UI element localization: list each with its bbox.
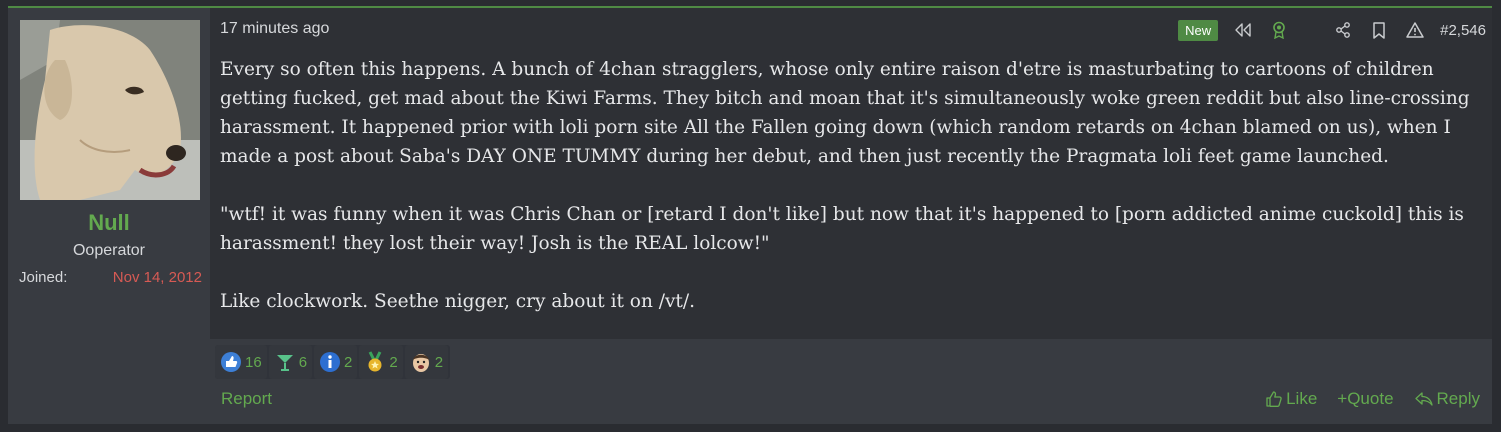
dog-avatar-icon xyxy=(20,20,200,200)
reaction-count: 6 xyxy=(298,353,308,371)
reaction-info[interactable]: 2 xyxy=(314,345,358,379)
reaction-count: 16 xyxy=(245,353,262,371)
reaction-count: 2 xyxy=(389,353,398,371)
report-link[interactable]: Report xyxy=(221,389,272,409)
award-icon[interactable] xyxy=(1268,19,1290,41)
reaction-cocktail[interactable]: 6 xyxy=(268,345,313,379)
post-number[interactable]: #2,546 xyxy=(1440,22,1486,39)
info-icon xyxy=(320,352,341,372)
footer-actions: Like +Quote Reply xyxy=(1245,389,1480,409)
medal-icon xyxy=(368,351,382,372)
user-title: Ooperator xyxy=(72,242,146,259)
reactions-bar: 16 6 2 2 2 xyxy=(215,345,451,379)
post-paragraph: Like clockwork. Seethe nigger, cry about… xyxy=(220,291,695,312)
joined-date: Nov 14, 2012 xyxy=(112,269,202,286)
reaction-face[interactable]: 2 xyxy=(404,345,449,379)
post-timestamp[interactable]: 17 minutes ago xyxy=(220,20,329,38)
forum-post: Null Ooperator Joined: Nov 14, 2012 17 m… xyxy=(8,6,1492,424)
new-badge: New xyxy=(1178,19,1219,41)
thumbs-up-outline-icon xyxy=(1266,391,1282,407)
reply-icon xyxy=(1414,392,1433,406)
post-top-actions: New #2,546 xyxy=(1178,18,1486,42)
cocktail-icon xyxy=(276,355,293,371)
user-info: Null Ooperator Joined: Nov 14, 2012 xyxy=(8,8,210,424)
joined-label: Joined: xyxy=(19,269,68,286)
bookmark-icon[interactable] xyxy=(1368,19,1390,41)
like-button[interactable]: Like xyxy=(1265,389,1317,409)
username[interactable]: Null xyxy=(8,210,210,236)
post-main: 17 minutes ago New #2,546 Every so often… xyxy=(210,8,1492,424)
post-body: Every so often this happens. A bunch of … xyxy=(220,55,1480,345)
reaction-count: 2 xyxy=(344,353,353,371)
quote-label: +Quote xyxy=(1337,389,1394,408)
warning-icon[interactable] xyxy=(1404,19,1426,41)
reaction-medal[interactable]: 2 xyxy=(359,345,403,379)
reaction-count: 2 xyxy=(434,353,444,371)
like-label: Like xyxy=(1286,389,1318,408)
post-paragraph: Every so often this happens. A bunch of … xyxy=(220,59,1470,167)
avatar[interactable] xyxy=(20,20,200,200)
share-icon[interactable] xyxy=(1332,19,1354,41)
message-area: 17 minutes ago New #2,546 Every so often… xyxy=(210,8,1492,339)
reply-button[interactable]: Reply xyxy=(1414,389,1480,409)
reaction-thumbs-up[interactable]: 16 xyxy=(215,345,267,379)
thumbs-up-icon xyxy=(221,352,241,372)
quote-button[interactable]: +Quote xyxy=(1337,389,1393,409)
reply-label: Reply xyxy=(1436,389,1480,408)
face-icon xyxy=(412,354,429,372)
post-paragraph: "wtf! it was funny when it was Chris Cha… xyxy=(220,204,1464,254)
rewind-icon[interactable] xyxy=(1232,19,1254,41)
